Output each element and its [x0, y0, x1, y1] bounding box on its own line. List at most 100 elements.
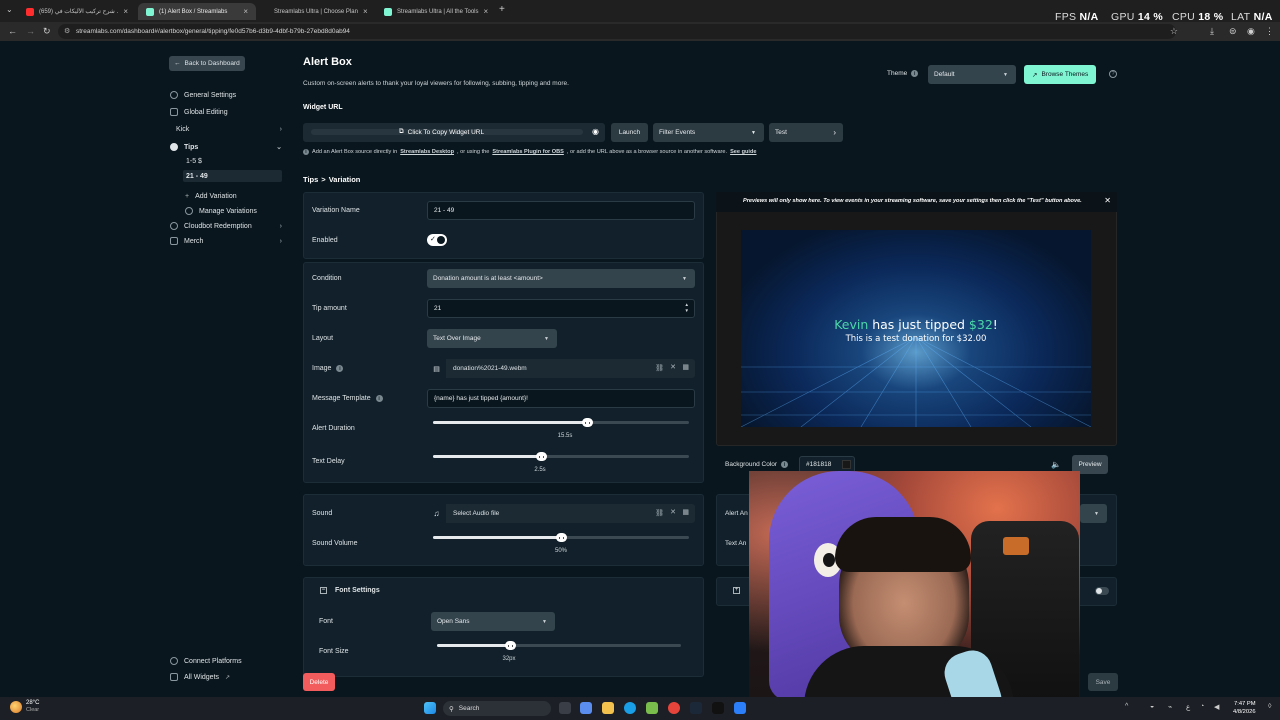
expand-icon[interactable]: +: [733, 587, 740, 594]
tab-alert-box[interactable]: (1) Alert Box / Streamlabs ×: [138, 3, 256, 20]
close-icon[interactable]: ✕: [670, 363, 676, 371]
forward-icon[interactable]: →: [26, 26, 35, 36]
slider-handle[interactable]: [556, 533, 567, 542]
sidebar-item-merch[interactable]: Merch ›: [170, 234, 282, 248]
close-tab-icon[interactable]: ×: [483, 7, 488, 16]
browse-themes-button[interactable]: ↗ Browse Themes: [1024, 65, 1097, 84]
sidebar-item-tips[interactable]: Tips ⌄: [170, 140, 282, 154]
tag-icon: [170, 143, 178, 151]
slider-handle[interactable]: [505, 641, 517, 650]
task-view-icon[interactable]: [559, 702, 571, 714]
eye-icon[interactable]: ◉: [592, 127, 599, 136]
connect-platforms-link[interactable]: Connect Platforms: [170, 654, 282, 668]
slider-handle[interactable]: [535, 452, 547, 461]
new-tab-button[interactable]: +: [499, 4, 505, 15]
font-size-slider[interactable]: [437, 641, 681, 650]
tab-choose-plan[interactable]: Streamlabs Ultra | Choose Plan ×: [258, 3, 374, 20]
bookmark-star-icon[interactable]: ☆: [1170, 26, 1178, 37]
sidebar-variation-1-5[interactable]: 1-5 $: [183, 155, 282, 167]
sidebar-item-kick[interactable]: Kick ›: [176, 122, 282, 136]
weather-widget[interactable]: 28°C Clear: [10, 700, 39, 714]
wifi-icon[interactable]: ◔: [1200, 703, 1204, 710]
steam-icon[interactable]: [690, 702, 702, 714]
close-tab-icon[interactable]: ×: [123, 7, 128, 16]
sound-volume-slider[interactable]: [433, 533, 689, 542]
launch-button[interactable]: Launch: [611, 123, 648, 142]
message-template-input[interactable]: {name} has just tipped {amount}!: [427, 389, 695, 408]
bluetooth-icon[interactable]: ⌁: [1168, 703, 1172, 711]
speaker-icon[interactable]: ◀: [1214, 703, 1219, 711]
back-icon[interactable]: ←: [8, 26, 17, 36]
network-icon[interactable]: ◒: [1150, 703, 1154, 710]
breadcrumb-parent[interactable]: Tips: [303, 175, 318, 184]
link-icon[interactable]: ⛓: [655, 509, 664, 517]
font-settings-header[interactable]: − Font Settings: [320, 587, 380, 594]
test-button[interactable]: Test ›: [769, 123, 843, 142]
address-bar[interactable]: ⚙ streamlabs.com/dashboard#/alertbox/gen…: [58, 24, 1178, 39]
back-to-dashboard-button[interactable]: ← Back to Dashboard: [169, 56, 245, 71]
stepper-icon[interactable]: ▲ ▼: [685, 302, 689, 314]
streamlabs-desktop-link[interactable]: Streamlabs Desktop: [400, 149, 454, 155]
profile-icon[interactable]: ◉: [1247, 26, 1255, 37]
tab-list-icon[interactable]: ⌄: [6, 5, 13, 14]
alert-duration-slider[interactable]: [433, 418, 689, 427]
slider-handle[interactable]: [581, 418, 593, 427]
menu-icon[interactable]: ⋮: [1265, 26, 1274, 37]
chrome-icon[interactable]: [668, 702, 680, 714]
tiktok-icon[interactable]: [712, 702, 724, 714]
sidebar-item-general-settings[interactable]: General Settings: [170, 88, 282, 102]
reload-icon[interactable]: ↻: [43, 26, 51, 37]
see-guide-link[interactable]: See guide: [730, 149, 756, 155]
extensions-icon[interactable]: ⊜: [1229, 26, 1237, 37]
theme-select[interactable]: Default ▼: [928, 65, 1016, 84]
enabled-toggle[interactable]: ✓: [427, 234, 447, 246]
app-icon[interactable]: [734, 702, 746, 714]
obs-plugin-link[interactable]: Streamlabs Plugin for OBS: [492, 149, 564, 155]
clock[interactable]: 7:47 PM 4/8/2026: [1233, 700, 1256, 716]
download-icon[interactable]: ⤓: [1210, 26, 1214, 37]
filter-events-select[interactable]: Filter Events ▼: [653, 123, 764, 142]
add-variation-button[interactable]: + Add Variation: [185, 189, 282, 203]
font-select[interactable]: Open Sans ▼: [431, 612, 555, 631]
manage-variations-button[interactable]: Manage Variations: [185, 204, 282, 218]
text-delay-slider[interactable]: [433, 452, 689, 461]
condition-select[interactable]: Donation amount is at least <amount> ▼: [427, 269, 695, 288]
edge-icon[interactable]: [624, 702, 636, 714]
link-icon[interactable]: ⛓: [655, 364, 664, 372]
variation-name-input[interactable]: 21 - 49: [427, 201, 695, 220]
widget-url-field[interactable]: ⧉ Click To Copy Widget URL ◉: [303, 123, 605, 142]
tray-chevron-icon[interactable]: ^: [1125, 703, 1128, 710]
taskbar-search[interactable]: ⚲ Search: [443, 701, 551, 716]
close-tab-icon[interactable]: ×: [243, 7, 248, 16]
help-icon[interactable]: ?: [1109, 70, 1117, 78]
sound-file-field[interactable]: ♫ Select Audio file ⛓ ✕ ▦: [427, 504, 695, 523]
sidebar-variation-21-49[interactable]: 21 - 49: [183, 170, 282, 182]
color-swatch[interactable]: [842, 460, 851, 469]
windows-start-icon[interactable]: [424, 702, 436, 714]
close-icon[interactable]: ✕: [1104, 196, 1111, 205]
language-icon[interactable]: ع: [1186, 703, 1190, 711]
delete-button[interactable]: Delete: [303, 673, 335, 691]
site-info-icon[interactable]: ⚙: [64, 27, 70, 35]
store-icon[interactable]: [646, 702, 658, 714]
layout-select[interactable]: Text Over Image ▼: [427, 329, 557, 348]
sidebar-item-cloudbot[interactable]: Cloudbot Redemption ›: [170, 219, 282, 233]
image-file-field[interactable]: ▤ donation%2021-49.webm ⛓ ✕ ▦: [427, 359, 695, 378]
all-widgets-link[interactable]: All Widgets ↗: [170, 670, 282, 684]
close-icon[interactable]: ✕: [670, 508, 676, 516]
file-explorer-icon[interactable]: [602, 702, 614, 714]
tab-youtube[interactable]: (659) شرح تركيب الأليكات في ... ×: [18, 3, 136, 20]
grid-icon[interactable]: ▦: [682, 508, 689, 516]
sidebar-item-global-editing[interactable]: Global Editing: [170, 105, 282, 119]
copy-url-button[interactable]: ⧉ Click To Copy Widget URL: [399, 128, 484, 136]
settings-toggle[interactable]: [1095, 587, 1109, 595]
copilot-icon[interactable]: [580, 702, 592, 714]
grid-icon[interactable]: ▦: [682, 363, 689, 371]
volume-icon[interactable]: 🔈: [1051, 460, 1061, 469]
tip-amount-input[interactable]: 21 ▲ ▼: [427, 299, 695, 318]
tab-all-tools[interactable]: Streamlabs Ultra | All the Tools ×: [376, 3, 494, 20]
notification-bell-icon[interactable]: ◊: [1268, 703, 1271, 710]
alert-animation-select[interactable]: ▼: [1080, 504, 1107, 523]
close-tab-icon[interactable]: ×: [363, 7, 368, 16]
save-button[interactable]: Save: [1088, 673, 1118, 691]
